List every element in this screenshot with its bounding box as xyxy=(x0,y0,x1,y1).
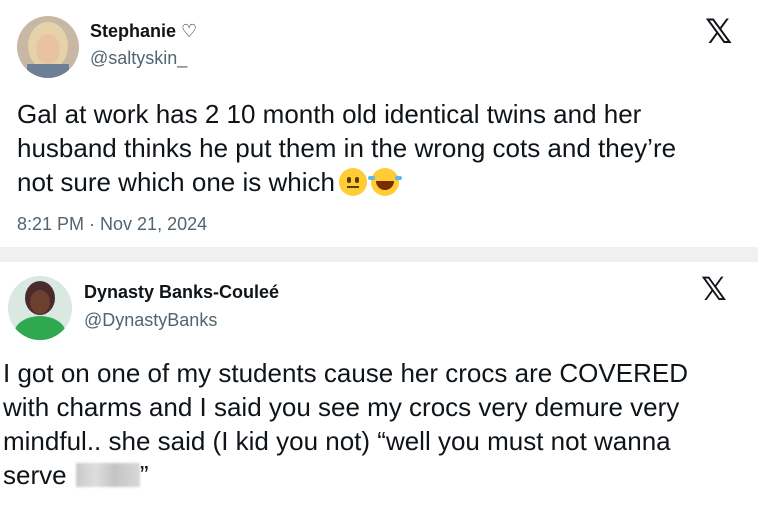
tweet-text: Gal at work has 2 10 month old identical… xyxy=(17,99,677,197)
x-logo-icon[interactable]: 𝕏 xyxy=(701,270,727,308)
avatar[interactable] xyxy=(8,276,72,340)
tweet-card[interactable]: Dynasty Banks-Couleé @DynastyBanks 𝕏 I g… xyxy=(0,262,758,505)
tweet-text: I got on one of my students cause her cr… xyxy=(3,358,688,490)
timestamp[interactable]: 8:21 PM · Nov 21, 2024 xyxy=(17,214,207,235)
avatar[interactable] xyxy=(17,16,79,78)
display-name[interactable]: Stephanie ♡ xyxy=(90,21,197,42)
display-name[interactable]: Dynasty Banks-Couleé xyxy=(84,282,279,303)
neutral-face-emoji xyxy=(338,168,367,196)
divider xyxy=(0,247,758,262)
laughing-tears-emoji xyxy=(367,168,402,196)
x-logo-icon[interactable]: 𝕏 xyxy=(705,12,732,52)
redacted-word xyxy=(75,463,140,487)
user-handle[interactable]: @DynastyBanks xyxy=(84,310,217,331)
user-handle[interactable]: @saltyskin_ xyxy=(90,48,187,69)
tweet-card[interactable]: Stephanie ♡ @saltyskin_ 𝕏 Gal at work ha… xyxy=(0,0,758,247)
